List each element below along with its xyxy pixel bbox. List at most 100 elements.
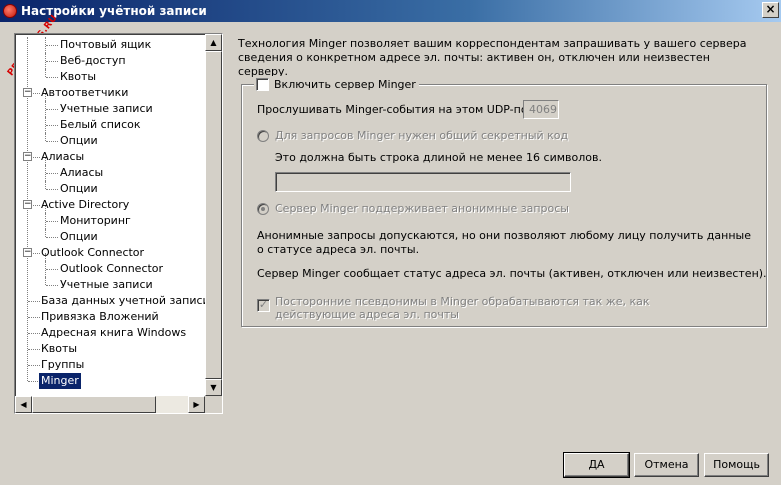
scroll-left-button[interactable]: ◀: [15, 396, 32, 413]
tree-item[interactable]: Учетные записи: [15, 277, 205, 293]
tree-item[interactable]: Квоты: [15, 341, 205, 357]
arrow-up-icon: ▲: [210, 38, 217, 47]
tree-collapse-icon[interactable]: −: [23, 88, 32, 97]
udp-port-input[interactable]: 4069: [523, 100, 559, 119]
scroll-up-button[interactable]: ▲: [205, 34, 222, 51]
anonymous-note: Анонимные запросы допускаются, но они по…: [257, 229, 751, 256]
vertical-scroll-thumb[interactable]: [205, 51, 222, 379]
tree-leaf-connector: [46, 61, 58, 62]
tree-leaf-connector: [46, 269, 58, 270]
tree-item[interactable]: Веб-доступ: [15, 53, 205, 69]
shared-secret-input[interactable]: [275, 172, 571, 192]
tree-list: Почтовый ящик Веб-доступ Квоты − Автоответчи…: [15, 37, 210, 389]
tree-leaf-connector: [46, 109, 58, 110]
tree-item[interactable]: Опции: [15, 181, 205, 197]
tree-item-label: Адресная книга Windows: [41, 326, 187, 339]
tree-item-label: Алиасы: [41, 150, 85, 163]
tree-item-label: Outlook Connector: [41, 246, 145, 259]
radio-selected-dot: [261, 207, 265, 211]
tree-item-label: Опции: [60, 182, 98, 195]
arrow-left-icon: ◀: [20, 400, 27, 409]
settings-tree[interactable]: Почтовый ящик Веб-доступ Квоты − Автоответчи…: [14, 33, 223, 414]
anonymous-queries-radio[interactable]: [257, 203, 269, 215]
tree-collapse-icon[interactable]: −: [23, 200, 32, 209]
tree-item[interactable]: База данных учетной записи: [15, 293, 210, 309]
minger-description: Технология Minger позволяет вашим коррес…: [238, 37, 747, 78]
tree-item[interactable]: Привязка Вложений: [15, 309, 205, 325]
check-icon: ✓: [258, 298, 269, 311]
foreign-aliases-label: Посторонние псевдонимы в Minger обрабаты…: [275, 295, 650, 321]
tree-item-label: Квоты: [60, 70, 97, 83]
tree-item-label: Опции: [60, 134, 98, 147]
tree-leaf-connector: [46, 221, 58, 222]
title-bar: Настройки учётной записи ×: [0, 0, 781, 22]
enable-minger-checkbox-box[interactable]: [256, 77, 269, 91]
tree-item-label: Привязка Вложений: [41, 310, 159, 323]
tree-horizontal-scrollbar[interactable]: ◀ ▶: [15, 396, 205, 413]
tree-leaf-connector: [46, 189, 58, 190]
tree-leaf-connector: [46, 237, 58, 238]
tree-item-label: Active Directory: [41, 198, 130, 211]
tree-item-label: Учетные записи: [60, 102, 153, 115]
tree-item-label: Minger: [39, 373, 81, 389]
tree-item-label: Веб-доступ: [60, 54, 126, 67]
cancel-button[interactable]: Отмена: [634, 453, 699, 477]
tree-branch-connector: [45, 133, 46, 141]
tree-collapse-icon[interactable]: −: [23, 152, 32, 161]
secret-hint: Это должна быть строка длиной не менее 1…: [275, 151, 602, 164]
ok-button[interactable]: ДА: [563, 452, 630, 478]
tree-item[interactable]: Опции: [15, 229, 205, 245]
status-note: Сервер Minger сообщает статус адреса эл.…: [257, 267, 767, 280]
tree-item-label: Белый список: [60, 118, 141, 131]
enable-minger-label: Включить сервер Minger: [274, 77, 416, 91]
tree-item-label: Outlook Connector: [60, 262, 164, 275]
foreign-aliases-checkbox-box[interactable]: ✓: [257, 299, 270, 312]
tree-item[interactable]: Группы: [15, 357, 205, 373]
tree-item[interactable]: Опции: [15, 133, 205, 149]
shared-secret-label: Для запросов Minger нужен общий секретны…: [275, 129, 569, 142]
arrow-down-icon: ▼: [210, 383, 217, 392]
tree-leaf-connector: [46, 173, 58, 174]
tree-leaf-connector: [46, 141, 58, 142]
horizontal-scroll-thumb[interactable]: [32, 396, 156, 413]
tree-item-label: Квоты: [41, 342, 78, 355]
tree-branch-connector: [45, 229, 46, 237]
shared-secret-radio[interactable]: [257, 130, 269, 142]
tree-leaf-connector: [46, 125, 58, 126]
tree-item[interactable]: Minger: [15, 373, 205, 389]
tree-leaf-connector: [46, 45, 58, 46]
tree-collapse-icon[interactable]: −: [23, 248, 32, 257]
tree-branch-connector: [45, 277, 46, 285]
tree-leaf-connector: [46, 285, 58, 286]
tree-item[interactable]: Outlook Connector: [15, 261, 205, 277]
tree-leaf-connector: [46, 77, 58, 78]
tree-item[interactable]: Адресная книга Windows: [15, 325, 205, 341]
scroll-right-button[interactable]: ▶: [188, 396, 205, 413]
tree-item-label: Автоответчики: [41, 86, 129, 99]
tree-item[interactable]: − Алиасы: [15, 149, 205, 165]
tree-item[interactable]: − Outlook Connector: [15, 245, 205, 261]
tree-item[interactable]: Почтовый ящик: [15, 37, 205, 53]
tree-item[interactable]: Мониторинг: [15, 213, 205, 229]
app-icon: [3, 4, 17, 18]
tree-branch-connector: [45, 69, 46, 77]
udp-port-label: Прослушивать Minger-события на этом UDP-…: [257, 103, 548, 116]
tree-item-label: Почтовый ящик: [60, 38, 152, 51]
arrow-right-icon: ▶: [193, 400, 200, 409]
help-button[interactable]: Помощь: [704, 453, 769, 477]
tree-item[interactable]: − Автоответчики: [15, 85, 205, 101]
anonymous-queries-label: Сервер Minger поддерживает анонимные зап…: [275, 202, 569, 215]
tree-item[interactable]: Белый список: [15, 117, 205, 133]
tree-item[interactable]: − Active Directory: [15, 197, 205, 213]
close-button[interactable]: ×: [762, 2, 779, 18]
tree-item[interactable]: Учетные записи: [15, 101, 205, 117]
scroll-down-button[interactable]: ▼: [205, 379, 222, 396]
tree-item-label: База данных учетной записи: [41, 294, 210, 307]
tree-item-label: Алиасы: [60, 166, 104, 179]
tree-item-label: Опции: [60, 230, 98, 243]
tree-item[interactable]: Квоты: [15, 69, 205, 85]
tree-vertical-scrollbar[interactable]: ▲ ▼: [205, 34, 222, 396]
enable-minger-checkbox[interactable]: Включить сервер Minger: [254, 76, 419, 92]
tree-item[interactable]: Алиасы: [15, 165, 205, 181]
tree-branch-connector: [45, 181, 46, 189]
